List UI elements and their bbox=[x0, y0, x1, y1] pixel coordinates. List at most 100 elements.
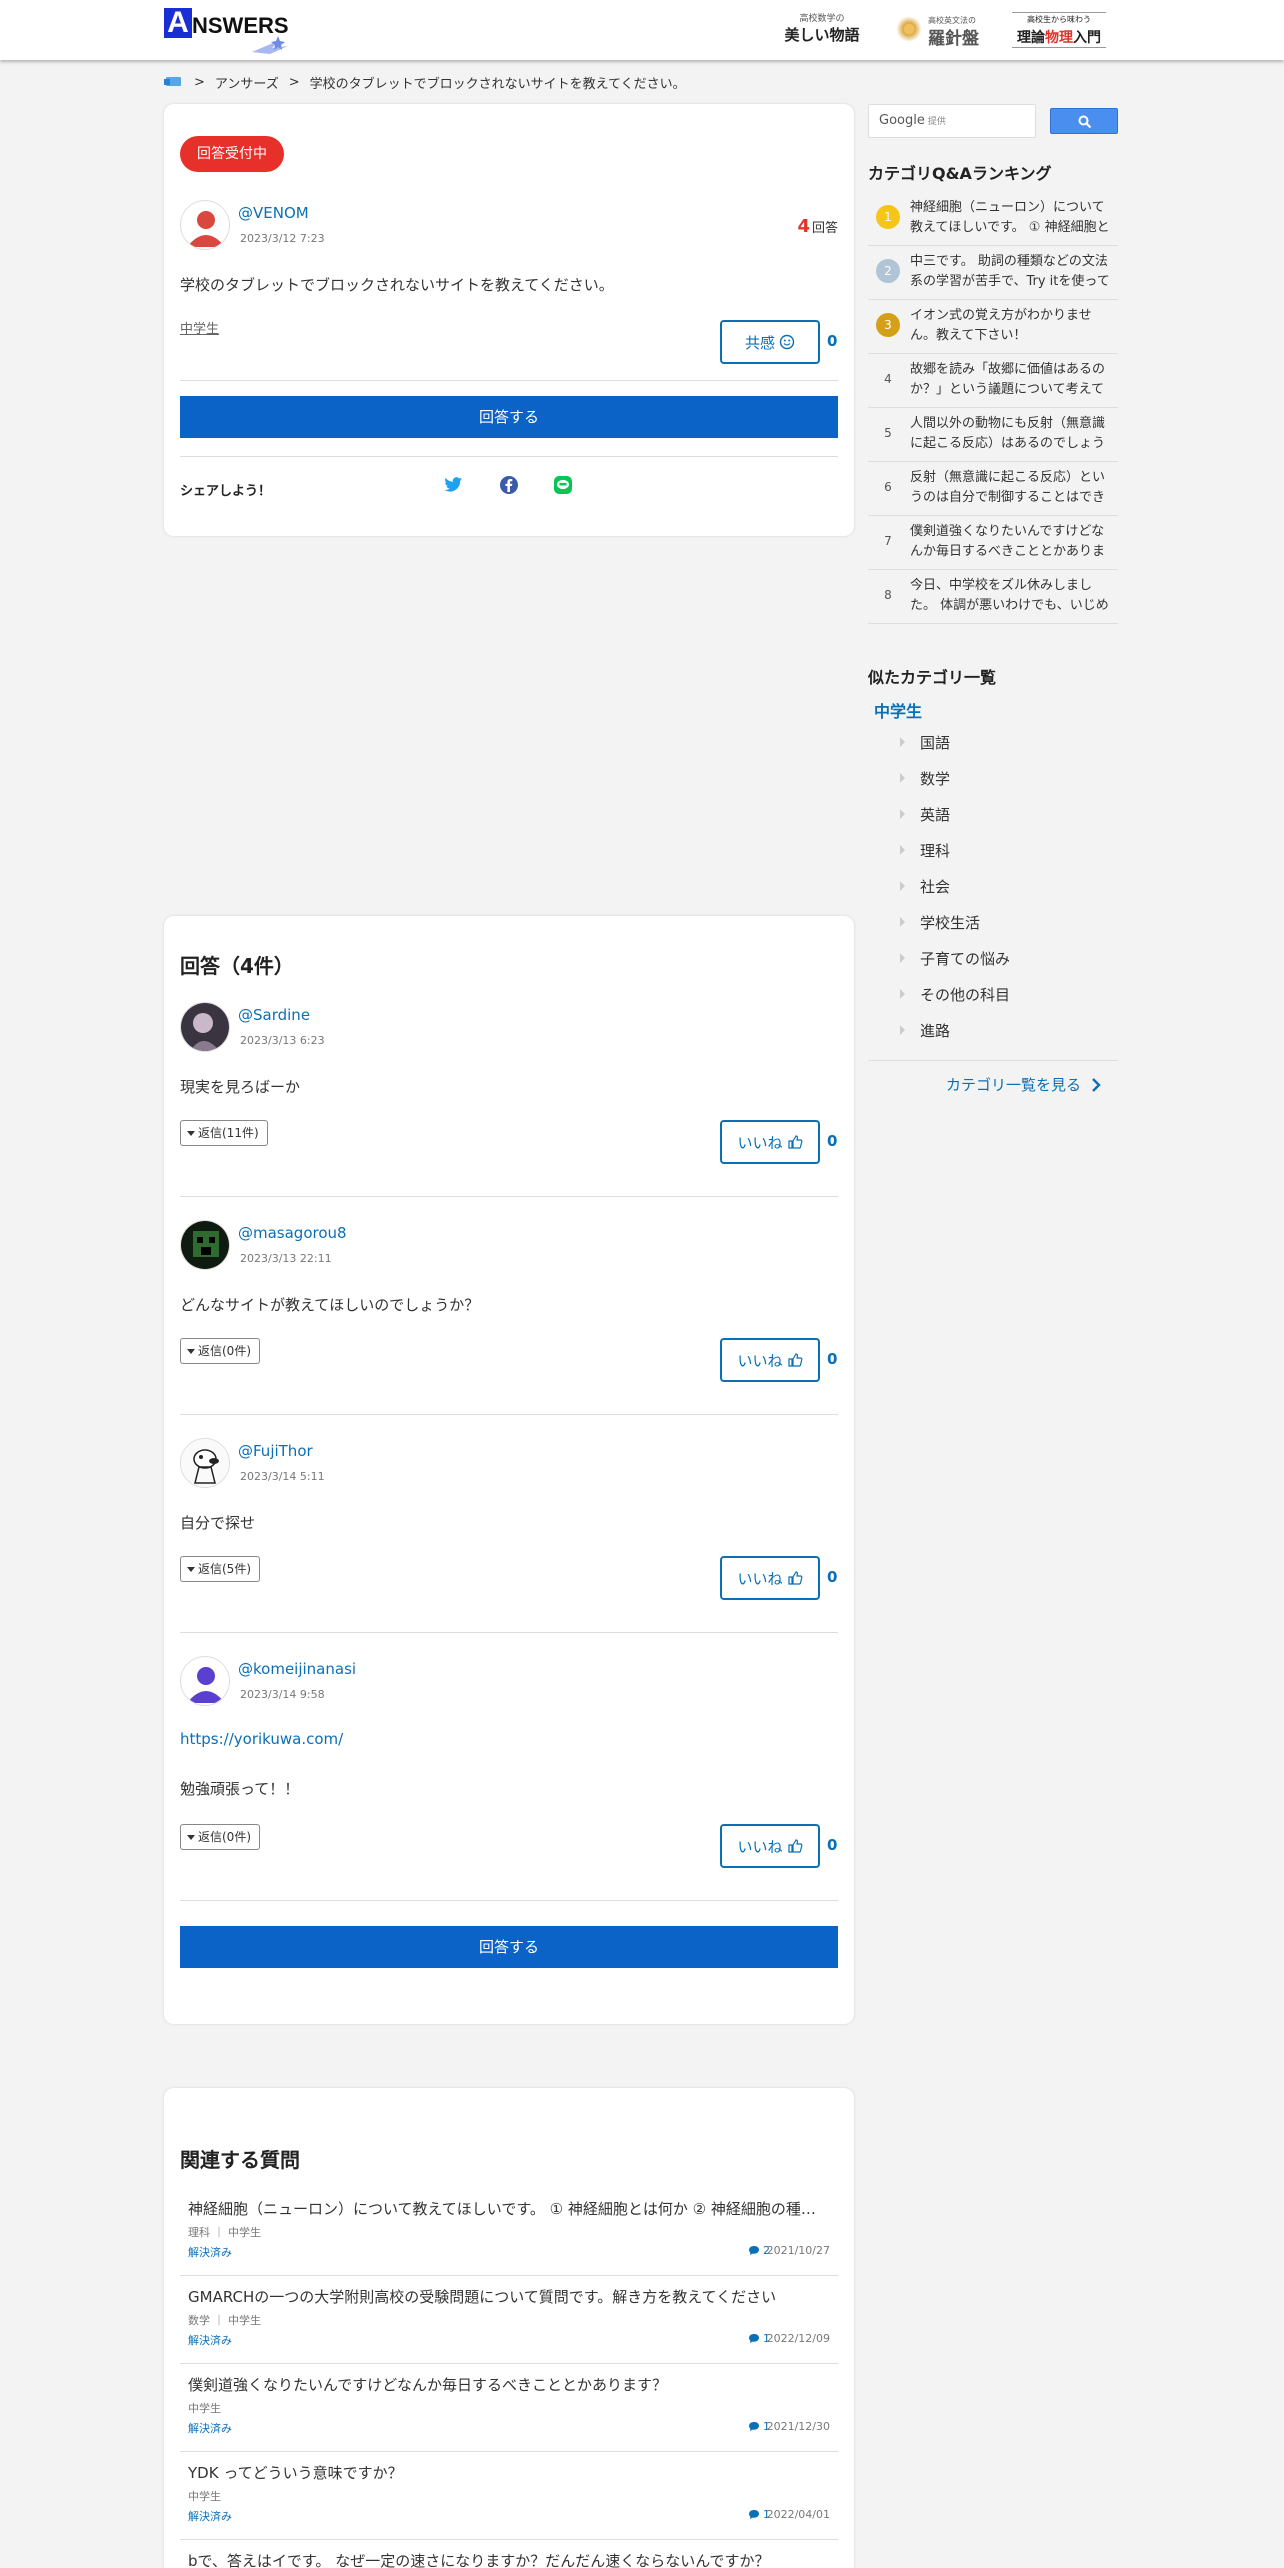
related-item[interactable]: 神経細胞（ニューロン）について教えてほしいです。 ① 神経細胞とは何か ② 神経… bbox=[180, 2188, 838, 2276]
like-label: いいね bbox=[737, 1351, 783, 1370]
category-label: 理科 bbox=[920, 842, 951, 860]
category-main[interactable]: 中学生 bbox=[874, 698, 922, 722]
related-item[interactable]: GMARCHの一つの大学附則高校の受験問題について質問です。解き方を教えてくださ… bbox=[180, 2276, 838, 2364]
banner-physics-title: 理論物理入門 bbox=[1012, 27, 1106, 47]
search-button[interactable] bbox=[1050, 108, 1118, 134]
breadcrumb-answers[interactable]: アンサーズ bbox=[215, 73, 279, 92]
like-button[interactable]: いいね bbox=[720, 1120, 820, 1164]
thumbs-up-icon bbox=[787, 1571, 802, 1585]
category-label: 英語 bbox=[920, 806, 951, 824]
category-label: 子育ての悩み bbox=[920, 950, 1011, 968]
category-label: 数学 bbox=[920, 770, 951, 788]
compass-icon bbox=[894, 14, 924, 44]
answer-user[interactable]: @Sardine bbox=[238, 1006, 310, 1024]
search-brand: Google bbox=[879, 113, 925, 128]
answer-link[interactable]: https://yorikuwa.com/ bbox=[180, 1730, 343, 1748]
rank-text: 人間以外の動物にも反射（無意識に起こる反応）はあるのでしょうか bbox=[910, 416, 1106, 451]
category-item[interactable]: 理科 bbox=[900, 840, 951, 861]
answer-user[interactable]: @komeijinanasi bbox=[238, 1660, 356, 1678]
reply-toggle[interactable]: 返信(11件) bbox=[180, 1120, 268, 1146]
home-icon[interactable] bbox=[164, 75, 184, 89]
empathy-button[interactable]: 共感 bbox=[720, 320, 820, 364]
banner-math[interactable]: 高校数学の 美しい物語 bbox=[774, 12, 870, 48]
facebook-icon[interactable] bbox=[498, 474, 520, 496]
ranking-title: カテゴリQ&Aランキング bbox=[868, 164, 1052, 183]
breadcrumb-current: 学校のタブレットでブロックされないサイトを教えてください。 bbox=[309, 76, 686, 92]
avatar[interactable] bbox=[180, 1220, 230, 1270]
answer-button[interactable]: 回答する bbox=[180, 1926, 838, 1968]
reply-label: 返信(0件) bbox=[198, 1344, 251, 1358]
ranking-item[interactable]: 1 神経細胞（ニューロン）について教えてほしいです。 ① 神経細胞とは何か bbox=[868, 192, 1118, 246]
category-item[interactable]: 子育ての悩み bbox=[900, 948, 1011, 969]
smile-icon bbox=[779, 334, 795, 350]
line-icon[interactable] bbox=[552, 474, 574, 496]
question-user[interactable]: @VENOM bbox=[238, 204, 309, 222]
related-item-title: GMARCHの一つの大学附則高校の受験問題について質問です。解き方を教えてくださ… bbox=[188, 2288, 777, 2306]
ranking-item[interactable]: 7 僕剣道強くなりたいんですけどなんか毎日するべきこととかあります？ bbox=[868, 516, 1118, 570]
category-item[interactable]: その他の科目 bbox=[900, 984, 1011, 1005]
twitter-icon[interactable] bbox=[442, 474, 464, 496]
status-badge: 回答受付中 bbox=[180, 136, 284, 172]
related-item[interactable]: bで、答えはイです。 なぜ一定の速さになりますか？だんだん速くならないんですか？ bbox=[180, 2540, 838, 2568]
comment-icon bbox=[749, 2334, 759, 2343]
like-button[interactable]: いいね bbox=[720, 1556, 820, 1600]
avatar[interactable] bbox=[180, 1438, 230, 1488]
question-tag[interactable]: 中学生 bbox=[180, 318, 219, 337]
banner-physics[interactable]: 高校生から味わう 理論物理入門 bbox=[1012, 12, 1106, 48]
category-item[interactable]: 英語 bbox=[900, 804, 951, 825]
avatar[interactable] bbox=[180, 200, 230, 250]
question-date: 2023/3/12 7:23 bbox=[240, 232, 325, 245]
banner-english[interactable]: 高校英文法の 羅針盤 bbox=[894, 12, 986, 49]
like-button[interactable]: いいね bbox=[720, 1338, 820, 1382]
category-label: その他の科目 bbox=[920, 986, 1011, 1004]
related-item[interactable]: YDK ってどういう意味ですか？ 中学生 解決済み 1 2022/04/01 bbox=[180, 2452, 838, 2540]
like-label: いいね bbox=[737, 1569, 783, 1588]
answer-user[interactable]: @masagorou8 bbox=[238, 1224, 347, 1242]
avatar[interactable] bbox=[180, 1002, 230, 1052]
banner-physics-sub: 高校生から味わう bbox=[1027, 15, 1091, 24]
ranking-item[interactable]: 2 中三です。 助詞の種類などの文法系の学習が苦手で、Try itを使っても bbox=[868, 246, 1118, 300]
related-item-categories: 中学生 bbox=[188, 2402, 221, 2415]
ranking-item[interactable]: 6 反射（無意識に起こる反応）というのは自分で制御することはできますか bbox=[868, 462, 1118, 516]
divider bbox=[180, 1196, 838, 1197]
answer-button[interactable]: 回答する bbox=[180, 396, 838, 438]
chevron-right-icon bbox=[900, 917, 905, 927]
category-item[interactable]: 進路 bbox=[900, 1020, 950, 1041]
reply-toggle[interactable]: 返信(0件) bbox=[180, 1338, 260, 1364]
category-item[interactable]: 社会 bbox=[900, 876, 950, 897]
related-item-date: 2022/12/09 bbox=[766, 2332, 830, 2345]
related-item-title: 神経細胞（ニューロン）について教えてほしいです。 ① 神経細胞とは何か ② 神経… bbox=[188, 2200, 828, 2218]
answer-date: 2023/3/13 22:11 bbox=[240, 1252, 332, 1265]
related-item[interactable]: 僕剣道強くなりたいんですけどなんか毎日するべきこととかあります？ 中学生 解決済… bbox=[180, 2364, 838, 2452]
reply-toggle[interactable]: 返信(5件) bbox=[180, 1556, 260, 1582]
related-item-date: 2021/12/30 bbox=[766, 2420, 830, 2433]
related-item-status: 解決済み bbox=[188, 2246, 232, 2259]
ranking-item[interactable]: 5 人間以外の動物にも反射（無意識に起こる反応）はあるのでしょうか bbox=[868, 408, 1118, 462]
thumbs-up-icon bbox=[787, 1135, 802, 1149]
ranking-item[interactable]: 4 故郷を読み「故郷に価値はあるのか？」という議題について考えています bbox=[868, 354, 1118, 408]
related-item-title: YDK ってどういう意味ですか？ bbox=[188, 2464, 403, 2482]
answers-logo[interactable]: A NSWERS bbox=[164, 6, 289, 54]
reply-label: 返信(11件) bbox=[198, 1126, 259, 1140]
reply-toggle[interactable]: 返信(0件) bbox=[180, 1824, 260, 1850]
related-item-date: 2021/10/27 bbox=[766, 2244, 830, 2257]
see-all-categories-link[interactable]: カテゴリ一覧を見る bbox=[946, 1074, 1101, 1095]
ranking-item[interactable]: 3 イオン式の覚え方がわかりません。教えて下さい！ bbox=[868, 300, 1118, 354]
rank-number: 3 bbox=[876, 313, 900, 337]
search-input[interactable]: Google 提供 bbox=[868, 104, 1036, 138]
category-item[interactable]: 学校生活 bbox=[900, 912, 980, 933]
comment-icon bbox=[749, 2422, 759, 2431]
comment-icon bbox=[749, 2246, 759, 2255]
rank-text: 今日、中学校をズル休みしました。 体調が悪いわけでも、いじめがある bbox=[910, 578, 1109, 613]
rank-number: 8 bbox=[884, 588, 892, 602]
rank-text: 僕剣道強くなりたいんですけどなんか毎日するべきこととかあります？ bbox=[910, 524, 1106, 559]
empathy-label: 共感 bbox=[744, 333, 775, 352]
answer-user[interactable]: @FujiThor bbox=[238, 1442, 313, 1460]
avatar[interactable] bbox=[180, 1656, 230, 1706]
category-item[interactable]: 国語 bbox=[900, 732, 950, 753]
like-button[interactable]: いいね bbox=[720, 1824, 820, 1868]
default-user-icon bbox=[187, 1667, 225, 1703]
chevron-right-icon bbox=[900, 845, 905, 855]
category-item[interactable]: 数学 bbox=[900, 768, 951, 789]
ranking-item[interactable]: 8 今日、中学校をズル休みしました。 体調が悪いわけでも、いじめがある bbox=[868, 570, 1118, 624]
